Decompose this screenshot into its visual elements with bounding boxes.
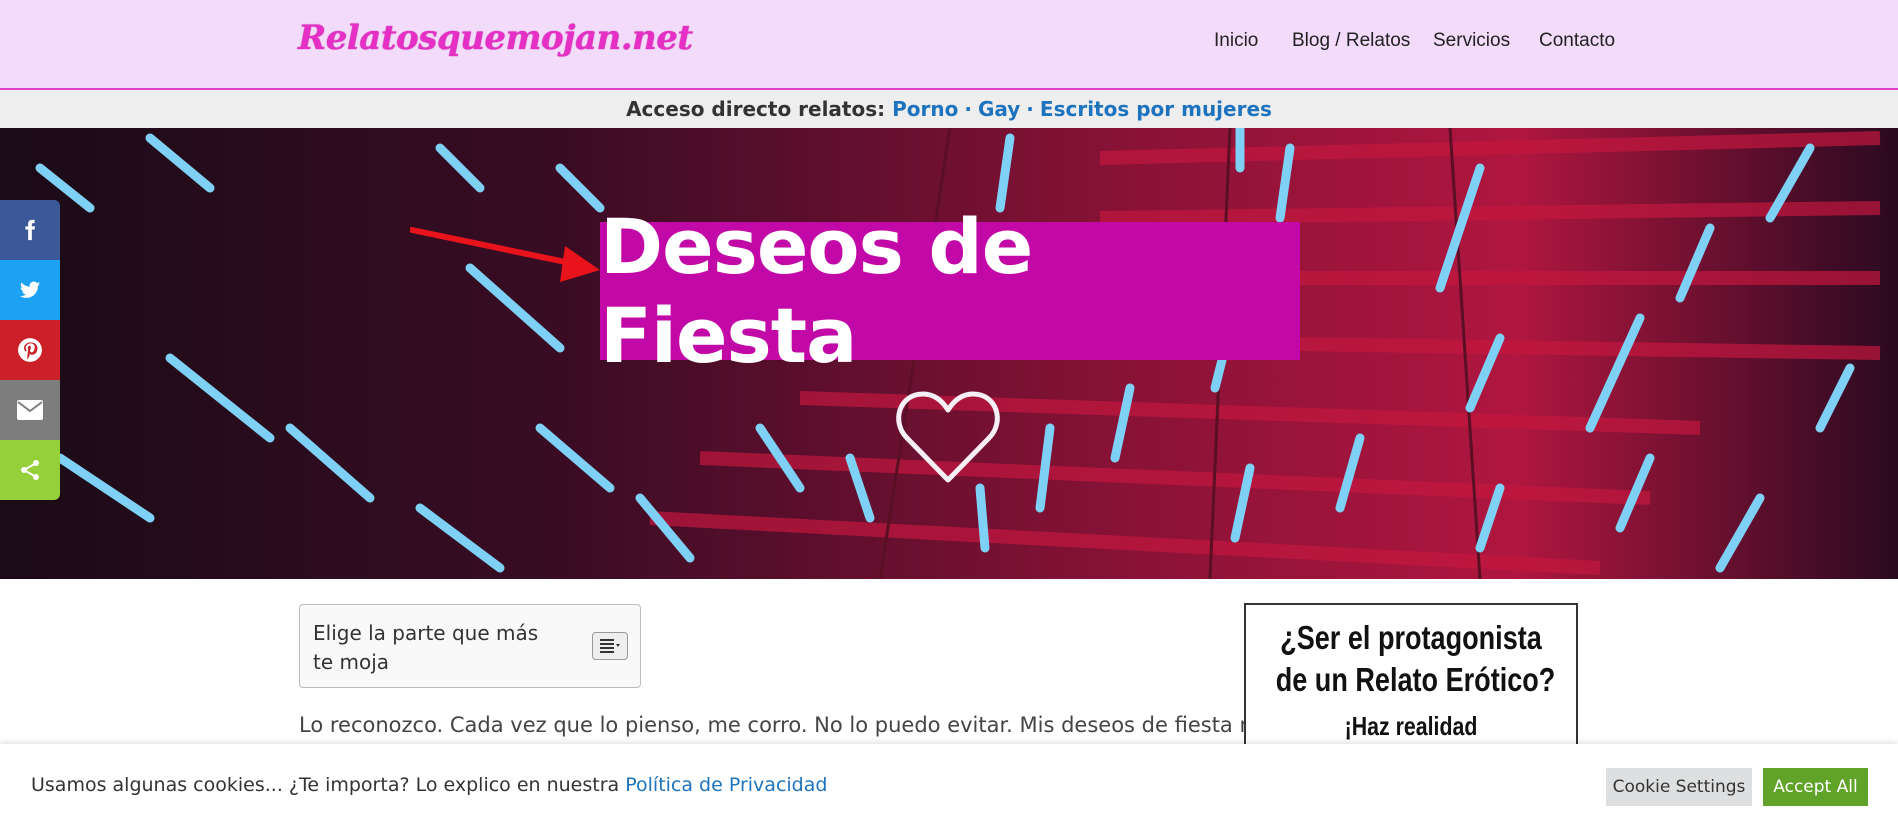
- hero-title: Deseos de Fiesta: [600, 202, 1033, 380]
- share-icon: [21, 460, 39, 480]
- twitter-icon: [19, 281, 41, 298]
- nav-item-contacto[interactable]: Contacto: [1539, 30, 1615, 52]
- nav-item-servicios[interactable]: Servicios: [1433, 30, 1510, 52]
- nav-item-inicio[interactable]: Inicio: [1214, 30, 1258, 52]
- social-share-bar: [0, 200, 60, 500]
- share-pinterest-button[interactable]: [0, 320, 60, 380]
- red-arrow-annotation: [410, 227, 600, 282]
- toc-toggle-button[interactable]: [592, 632, 628, 660]
- toc-title: Elige la parte que más te moja: [313, 621, 539, 674]
- ad-headline-line1: ¿Ser el protagonista: [1280, 619, 1542, 656]
- list-icon: [600, 639, 620, 653]
- email-icon: [17, 400, 43, 420]
- cookie-message: Usamos algunas cookies... ¿Te importa? L…: [31, 774, 827, 796]
- privacy-policy-link[interactable]: Política de Privacidad: [625, 774, 827, 796]
- article-intro-text: Lo reconozco. Cada vez que lo pienso, me…: [299, 713, 1273, 737]
- share-more-button[interactable]: [0, 440, 60, 500]
- share-facebook-button[interactable]: [0, 200, 60, 260]
- quick-link-gay[interactable]: Gay: [978, 97, 1020, 121]
- site-logo[interactable]: Relatosquemojan.net: [298, 18, 693, 58]
- site-header: Relatosquemojan.net Inicio Blog / Relato…: [0, 0, 1898, 90]
- ad-subheadline: ¡Haz realidad: [1344, 711, 1478, 741]
- cookie-settings-button[interactable]: Cookie Settings: [1606, 768, 1752, 806]
- cookie-consent-bar: Usamos algunas cookies... ¿Te importa? L…: [0, 744, 1898, 830]
- nav-item-blog[interactable]: Blog / Relatos: [1292, 30, 1410, 52]
- sidebar-ad-banner[interactable]: ¿Ser el protagonista de un Relato Erótic…: [1244, 603, 1578, 763]
- quick-link-escritos-por-mujeres[interactable]: Escritos por mujeres: [1040, 97, 1272, 121]
- share-email-button[interactable]: [0, 380, 60, 440]
- cookie-message-text: Usamos algunas cookies... ¿Te importa? L…: [31, 774, 620, 796]
- share-twitter-button[interactable]: [0, 260, 60, 320]
- pinterest-icon: [18, 338, 42, 362]
- hero-banner: Deseos de Fiesta: [0, 128, 1898, 579]
- table-of-contents: Elige la parte que más te moja: [299, 604, 641, 688]
- quick-access-bar: Acceso directo relatos: Porno · Gay · Escrit…: [0, 90, 1898, 128]
- heart-icon: [896, 391, 1000, 483]
- ad-headline-line2: de un Relato Erótico?: [1275, 661, 1556, 698]
- quick-link-porno[interactable]: Porno: [892, 97, 958, 121]
- hero-title-box: Deseos de Fiesta: [600, 202, 1300, 380]
- facebook-icon: [25, 219, 36, 241]
- separator: ·: [964, 97, 972, 121]
- accept-all-button[interactable]: Accept All: [1763, 768, 1868, 806]
- separator: ·: [1026, 97, 1034, 121]
- quick-access-label: Acceso directo relatos:: [626, 97, 886, 121]
